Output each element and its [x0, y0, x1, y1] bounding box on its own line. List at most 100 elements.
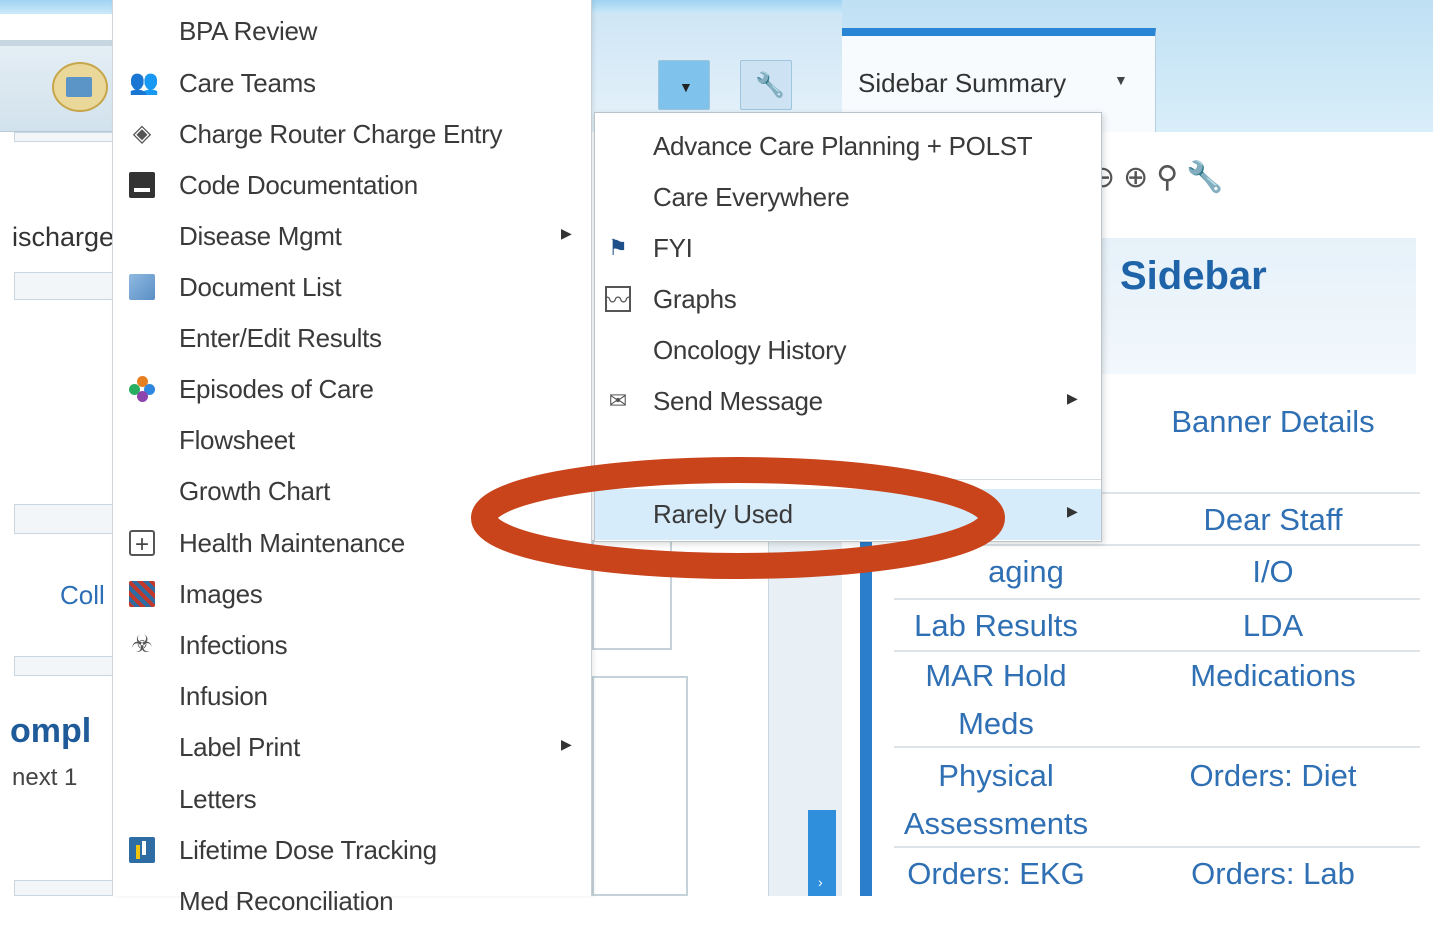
menu-item-charge-router[interactable]: ◈ Charge Router Charge Entry [113, 109, 591, 160]
health-maintenance-icon: + [129, 530, 155, 558]
menu-item-label: Label Print [179, 732, 300, 762]
charge-router-icon: ◈ [132, 120, 152, 147]
center-scrollbar[interactable]: › [808, 810, 836, 896]
menu-item-oncology-history[interactable]: Oncology History [595, 325, 1101, 376]
sidebar-link[interactable]: Lab Results [894, 602, 1098, 650]
chevron-right-icon: › [818, 874, 823, 890]
menu-item-enter-edit-results[interactable]: Enter/Edit Results [113, 313, 591, 364]
sidebar-link[interactable]: MAR Hold Meds [894, 652, 1098, 748]
menu-item-label: Care Everywhere [653, 182, 850, 212]
activity-tab-icon[interactable] [52, 62, 108, 112]
sidebar-zoom-tools[interactable]: ⊖⊕⚲🔧 [1090, 160, 1232, 195]
sidebar-link[interactable]: LDA [1148, 602, 1398, 650]
infections-icon: ☣ [131, 631, 153, 658]
menu-separator [595, 479, 1101, 480]
chevron-down-icon[interactable]: ▼ [1114, 72, 1128, 88]
table-row: Orders: EKG Orders: Lab [894, 848, 1420, 900]
menu-item-label: Images [179, 579, 263, 609]
menu-item-code-documentation[interactable]: Code Documentation [113, 160, 591, 211]
center-panel [592, 540, 672, 650]
submenu-arrow-icon: ▶ [1067, 503, 1078, 519]
menu-item-letters[interactable]: Letters [113, 774, 591, 825]
menu-item-label: Lifetime Dose Tracking [179, 835, 437, 865]
menu-item-infections[interactable]: ☣ Infections [113, 620, 591, 671]
sidebar-link[interactable]: I/O [1148, 548, 1398, 596]
more-activities-dropdown-button[interactable]: ▼ [658, 60, 710, 110]
menu-item-disease-mgmt[interactable]: Disease Mgmt ▶ [113, 211, 591, 262]
menu-item-images[interactable]: Images [113, 569, 591, 620]
sidebar-link[interactable]: Banner Details [1148, 398, 1398, 446]
menu-item-label-print[interactable]: Label Print ▶ [113, 722, 591, 773]
activities-menu: BPA Review 👥 Care Teams ◈ Charge Router … [112, 0, 592, 916]
menu-item-infusion[interactable]: Infusion [113, 671, 591, 722]
document-list-icon [129, 274, 155, 300]
wrench-icon: 🔧 [755, 72, 785, 99]
search-icon[interactable]: ⚲ [1156, 161, 1186, 194]
submenu-arrow-icon: ▶ [561, 736, 572, 752]
more-activities-menu: Advance Care Planning + POLST Care Every… [594, 112, 1102, 542]
submenu-arrow-icon: ▶ [561, 225, 572, 241]
menu-item-label: Enter/Edit Results [179, 323, 382, 353]
menu-item-rarely-used[interactable]: Rarely Used ▶ [595, 489, 1101, 540]
menu-item-flowsheet[interactable]: Flowsheet [113, 415, 591, 466]
sidebar-accent-rule [860, 540, 872, 896]
sidebar-title: Sidebar [1120, 254, 1267, 298]
menu-item-care-teams[interactable]: 👥 Care Teams [113, 58, 591, 109]
menu-item-document-list[interactable]: Document List [113, 262, 591, 313]
menu-item-label: Letters [179, 784, 257, 814]
submenu-arrow-icon: ▶ [1067, 390, 1078, 406]
left-panel-divider [14, 132, 120, 142]
menu-item-episodes-of-care[interactable]: Episodes of Care [113, 364, 591, 415]
menu-item-med-reconciliation[interactable]: Med Reconciliation [113, 876, 591, 927]
sidebar-link[interactable]: aging [894, 548, 1098, 596]
menu-item-bpa-review[interactable]: BPA Review [113, 6, 591, 57]
menu-item-label: Rarely Used [653, 499, 793, 529]
menu-item-label: Advance Care Planning + POLST [653, 131, 1033, 161]
table-row: Lab Results LDA [894, 600, 1420, 652]
menu-item-label: Infections [179, 630, 288, 660]
menu-item-label: FYI [653, 233, 693, 263]
left-panel-band-3 [14, 656, 120, 676]
sidebar-link[interactable]: Orders: Lab [1148, 850, 1398, 898]
menu-item-label: Disease Mgmt [179, 221, 342, 251]
menu-item-label: Oncology History [653, 335, 847, 365]
episodes-of-care-icon [129, 376, 155, 402]
sidebar-tab-label[interactable]: Sidebar Summary [858, 68, 1066, 99]
sidebar-link[interactable]: Orders: Diet [1148, 752, 1398, 800]
menu-item-label: Care Teams [179, 68, 316, 98]
fyi-flag-icon: ⚑ [608, 235, 628, 260]
send-message-icon: ✉ [608, 388, 628, 413]
menu-item-growth-chart[interactable]: Growth Chart [113, 466, 591, 517]
menu-item-send-message[interactable]: ✉ Send Message ▶ [595, 376, 1101, 427]
left-panel-band [14, 272, 120, 300]
left-panel-band-4 [14, 880, 120, 896]
wrench-button[interactable]: 🔧 [740, 60, 792, 110]
menu-item-label: Document List [179, 272, 342, 302]
menu-item-health-maintenance[interactable]: + Health Maintenance [113, 518, 591, 569]
menu-item-label: Med Reconciliation [179, 886, 394, 916]
left-panel-band-2 [14, 504, 120, 534]
table-row: MAR Hold Meds Medications [894, 652, 1420, 748]
menu-item-advance-care-planning[interactable]: Advance Care Planning + POLST [595, 121, 1101, 172]
menu-item-label: Code Documentation [179, 170, 418, 200]
menu-item-lifetime-dose-tracking[interactable]: Lifetime Dose Tracking [113, 825, 591, 876]
menu-item-fyi[interactable]: ⚑ FYI [595, 223, 1101, 274]
table-row: aging I/O [894, 546, 1420, 600]
menu-item-label: Health Maintenance [179, 528, 405, 558]
discharge-tab-label[interactable]: ischarge [12, 222, 116, 253]
sidebar-link[interactable]: Physical Assessments [894, 752, 1098, 848]
menu-item-graphs[interactable]: 〰 Graphs [595, 274, 1101, 325]
menu-item-care-everywhere[interactable]: Care Everywhere [595, 172, 1101, 223]
collapse-link[interactable]: Coll [60, 580, 116, 611]
menu-item-label: Send Message [653, 386, 823, 416]
wrench-icon[interactable]: 🔧 [1186, 161, 1231, 194]
zoom-in-icon[interactable]: ⊕ [1123, 161, 1156, 194]
sidebar-link[interactable]: Orders: EKG [894, 850, 1098, 898]
menu-item-label: Growth Chart [179, 476, 331, 506]
sidebar-link[interactable]: Dear Staff [1148, 496, 1398, 544]
table-row: Physical Assessments Orders: Diet [894, 748, 1420, 848]
section-subtext: next 1 [12, 764, 78, 791]
menu-item-label: Episodes of Care [179, 374, 374, 404]
menu-item-label: Flowsheet [179, 425, 295, 455]
sidebar-link[interactable]: Medications [1148, 652, 1398, 700]
